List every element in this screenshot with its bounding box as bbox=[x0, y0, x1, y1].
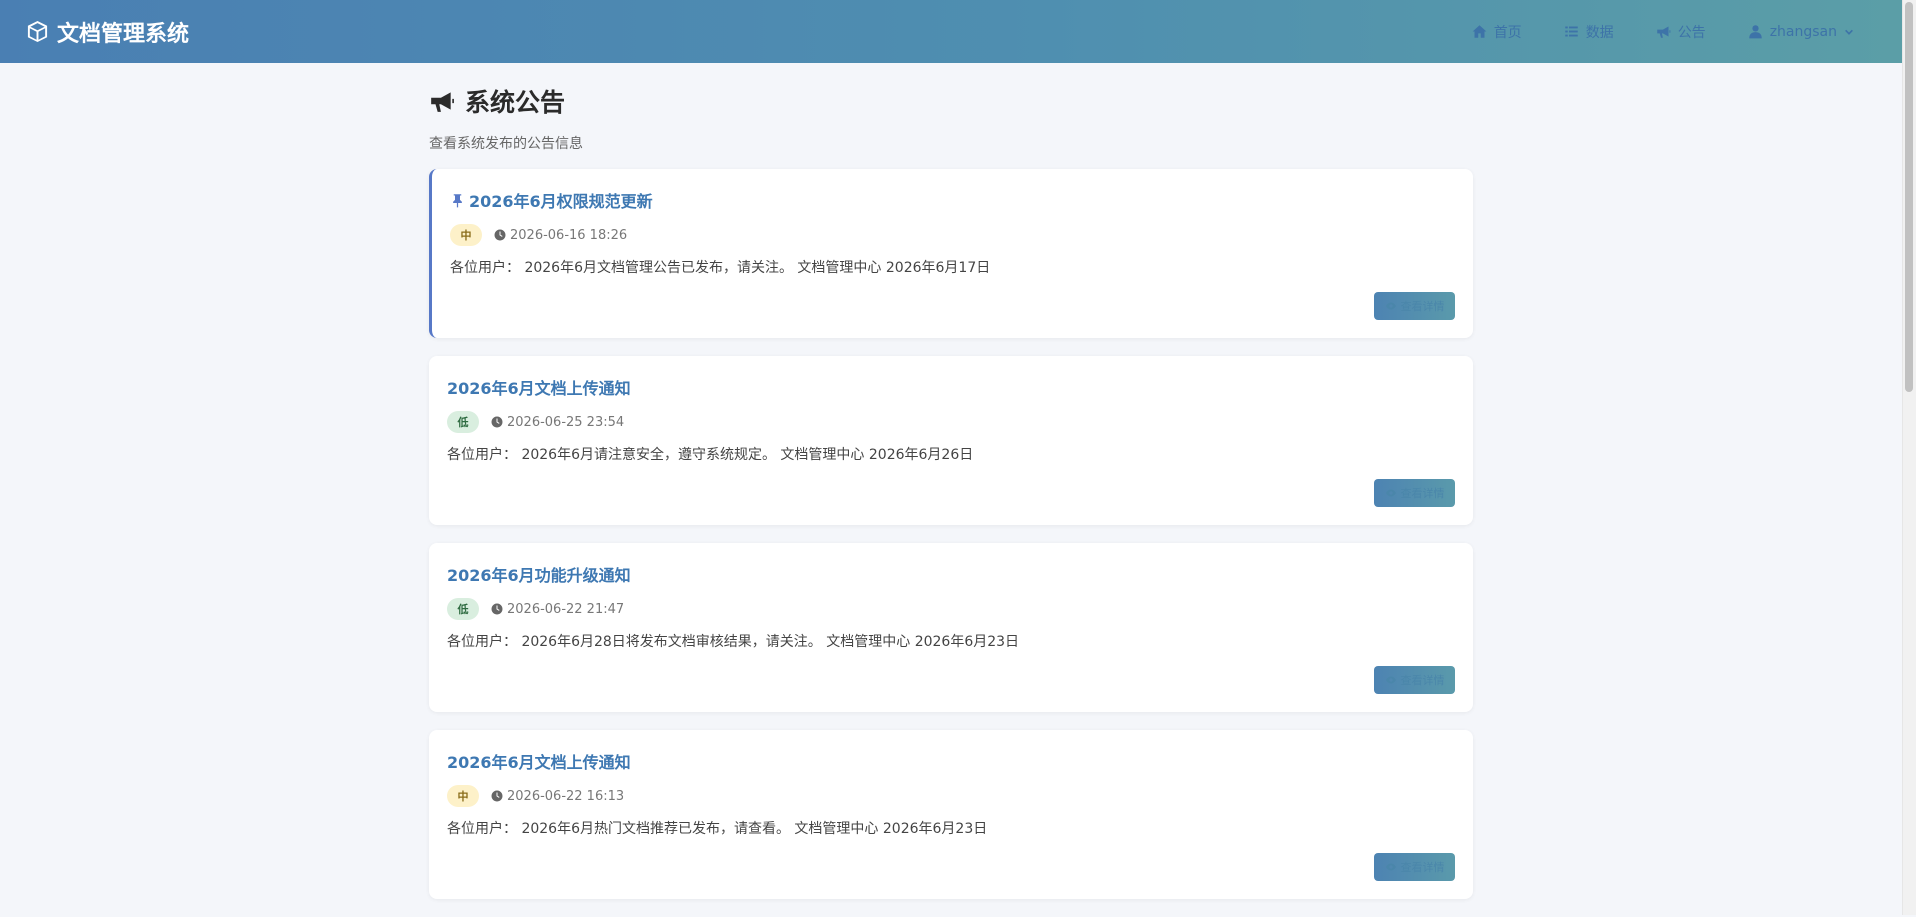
user-icon bbox=[1748, 25, 1762, 39]
nav-links: 首页 数据 公告 zhangsan bbox=[1472, 22, 1854, 42]
clock-icon bbox=[494, 229, 506, 241]
announcement-content: 各位用户： 2026年6月请注意安全，遵守系统规定。 文档管理中心 2026年6… bbox=[447, 447, 974, 463]
announcement-content: 各位用户： 2026年6月热门文档推荐已发布，请查看。 文档管理中心 2026年… bbox=[447, 821, 988, 837]
scrollbar-thumb[interactable] bbox=[1905, 2, 1913, 392]
priority-badge: 中 bbox=[447, 785, 479, 807]
home-icon bbox=[1472, 25, 1487, 38]
announcement-content: 各位用户： 2026年6月28日将发布文档审核结果，请关注。 文档管理中心 20… bbox=[447, 634, 1020, 650]
view-detail-button[interactable]: 查看详情 bbox=[1374, 479, 1455, 507]
priority-badge: 低 bbox=[447, 411, 479, 433]
nav-data-label: 数据 bbox=[1585, 24, 1614, 41]
pin-icon bbox=[453, 193, 462, 207]
clock-icon bbox=[491, 603, 503, 615]
announcement-time-text: 2026-06-16 18:26 bbox=[510, 227, 628, 243]
announcement-title-text: 2026年6月权限规范更新 bbox=[469, 192, 653, 211]
announcement-time: 2026-06-22 16:13 bbox=[491, 789, 624, 804]
announcement-meta: 中 2026-06-22 16:13 bbox=[447, 784, 1455, 808]
nav-home-label: 首页 bbox=[1493, 24, 1522, 41]
priority-badge: 中 bbox=[450, 224, 482, 246]
user-menu[interactable]: zhangsan bbox=[1748, 24, 1854, 40]
megaphone-icon bbox=[431, 92, 454, 112]
megaphone-icon bbox=[1656, 26, 1671, 38]
announcement-time: 2026-06-22 21:47 bbox=[491, 602, 624, 617]
announcement-time-text: 2026-06-25 23:54 bbox=[507, 414, 625, 430]
user-name: zhangsan bbox=[1769, 23, 1837, 40]
page-scrollbar[interactable] bbox=[1902, 0, 1916, 915]
brand-title: 文档管理系统 bbox=[57, 21, 190, 47]
announcement-card: 2026年6月文档上传通知 低 2026-06-25 23:54 各位用户： 2… bbox=[429, 356, 1473, 525]
view-detail-label: 查看详情 bbox=[1400, 487, 1445, 500]
brand[interactable]: 文档管理系统 bbox=[26, 16, 189, 48]
chevron-down-icon bbox=[1845, 29, 1853, 35]
announcement-card: 2026年6月权限规范更新 中 2026-06-16 18:26 各位用户： 2… bbox=[429, 169, 1473, 338]
announcement-meta: 低 2026-06-25 23:54 bbox=[447, 410, 1455, 434]
eye-icon bbox=[1385, 302, 1396, 310]
announcement-meta: 中 2026-06-16 18:26 bbox=[450, 223, 1455, 247]
page-title-text: 系统公告 bbox=[465, 88, 566, 117]
top-navbar: 文档管理系统 首页 数据 公告 zhangsan bbox=[0, 0, 1902, 63]
view-detail-label: 查看详情 bbox=[1400, 861, 1445, 874]
eye-icon bbox=[1385, 863, 1396, 871]
view-detail-button[interactable]: 查看详情 bbox=[1374, 666, 1455, 694]
announcement-time-text: 2026-06-22 21:47 bbox=[507, 601, 625, 617]
page-title: 系统公告 bbox=[429, 85, 1473, 117]
page-subtitle: 查看系统发布的公告信息 bbox=[429, 136, 583, 152]
nav-data[interactable]: 数据 bbox=[1564, 22, 1614, 42]
announcement-time-text: 2026-06-22 16:13 bbox=[507, 788, 625, 804]
cube-icon bbox=[27, 20, 48, 43]
view-detail-button[interactable]: 查看详情 bbox=[1374, 292, 1455, 320]
announcement-title-text: 2026年6月文档上传通知 bbox=[447, 753, 631, 772]
clock-icon bbox=[491, 416, 503, 428]
announcement-list: 2026年6月权限规范更新 中 2026-06-16 18:26 各位用户： 2… bbox=[429, 169, 1473, 899]
eye-icon bbox=[1385, 676, 1396, 684]
announcement-title[interactable]: 2026年6月权限规范更新 bbox=[450, 189, 1455, 211]
announcement-title[interactable]: 2026年6月文档上传通知 bbox=[447, 376, 1455, 398]
main-content: 系统公告 查看系统发布的公告信息 2026年6月权限规范更新 中 2026-06… bbox=[429, 63, 1473, 917]
announcement-title-text: 2026年6月文档上传通知 bbox=[447, 379, 631, 398]
announcement-title[interactable]: 2026年6月文档上传通知 bbox=[447, 750, 1455, 772]
priority-badge: 低 bbox=[447, 598, 479, 620]
clock-icon bbox=[491, 790, 503, 802]
nav-home[interactable]: 首页 bbox=[1472, 22, 1522, 42]
announcement-time: 2026-06-25 23:54 bbox=[491, 415, 624, 430]
list-icon bbox=[1564, 26, 1578, 37]
view-detail-label: 查看详情 bbox=[1400, 300, 1445, 313]
announcement-time: 2026-06-16 18:26 bbox=[494, 228, 627, 243]
announcement-content: 各位用户： 2026年6月文档管理公告已发布，请关注。 文档管理中心 2026年… bbox=[450, 260, 991, 276]
nav-announce-label: 公告 bbox=[1677, 24, 1706, 41]
announcement-card: 2026年6月功能升级通知 低 2026-06-22 21:47 各位用户： 2… bbox=[429, 543, 1473, 712]
view-detail-button[interactable]: 查看详情 bbox=[1374, 853, 1455, 881]
eye-icon bbox=[1385, 489, 1396, 497]
announcement-card: 2026年6月文档上传通知 中 2026-06-22 16:13 各位用户： 2… bbox=[429, 730, 1473, 899]
nav-announce[interactable]: 公告 bbox=[1656, 22, 1706, 42]
announcement-title[interactable]: 2026年6月功能升级通知 bbox=[447, 563, 1455, 585]
announcement-title-text: 2026年6月功能升级通知 bbox=[447, 566, 631, 585]
view-detail-label: 查看详情 bbox=[1400, 674, 1445, 687]
announcement-meta: 低 2026-06-22 21:47 bbox=[447, 597, 1455, 621]
